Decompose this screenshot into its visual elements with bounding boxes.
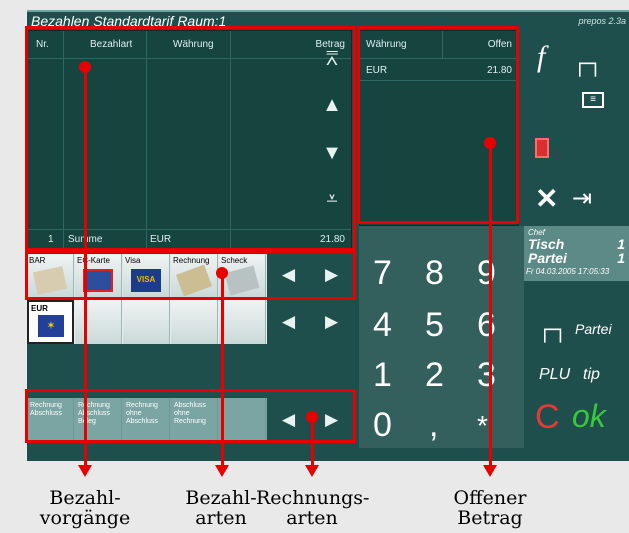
eu-flag-icon: ✶: [38, 315, 64, 337]
annotation-arrow-4: [483, 465, 497, 477]
label-rechnungsarten: Rechnungs- arten: [256, 487, 370, 529]
label-offener-betrag: Offener Betrag: [453, 487, 527, 529]
key-6[interactable]: 6: [477, 306, 496, 345]
annotation-box-payment-types: [25, 250, 356, 300]
keypad: 7 8 9 4 5 6 1 2 3 0 , *: [359, 226, 524, 448]
label-bezahlvorgaenge: Bezahl- vorgänge: [39, 487, 131, 529]
key-8[interactable]: 8: [425, 254, 444, 293]
key-0[interactable]: 0: [373, 406, 392, 445]
key-comma[interactable]: ,: [429, 406, 438, 445]
trash-icon[interactable]: [535, 138, 549, 158]
annotation-arrow-2: [215, 465, 229, 477]
key-5[interactable]: 5: [425, 306, 444, 345]
currency-next-icon[interactable]: ▶: [325, 312, 338, 332]
currency-empty-2[interactable]: [123, 300, 170, 344]
key-4[interactable]: 4: [373, 306, 392, 345]
annotation-arrow-3: [305, 465, 319, 477]
clear-button[interactable]: C: [535, 398, 560, 437]
currency-empty-1[interactable]: [75, 300, 122, 344]
party-table-icon[interactable]: ┌┐: [537, 316, 568, 342]
version-label: prepos 2.3a: [578, 16, 626, 26]
currency-eur-label: EUR: [31, 304, 48, 313]
key-multiply[interactable]: *: [477, 410, 488, 442]
annotation-box-payments: [25, 26, 356, 251]
currency-bar: EUR ✶: [27, 300, 267, 344]
ok-button[interactable]: ok: [572, 398, 606, 435]
currency-eur[interactable]: EUR ✶: [27, 300, 74, 344]
close-icon[interactable]: ✕: [535, 182, 558, 215]
currency-prev-icon[interactable]: ◀: [282, 312, 295, 332]
function-button[interactable]: f: [537, 40, 545, 74]
currency-empty-3[interactable]: [171, 300, 218, 344]
table-icon[interactable]: ┌┐: [572, 50, 603, 76]
party-value: 1: [617, 250, 625, 266]
annotation-box-open-amount: [357, 26, 519, 224]
key-1[interactable]: 1: [373, 356, 392, 395]
datetime-label: Fr 04.03.2005 17:05:33: [526, 267, 610, 276]
party-label: Partei: [528, 250, 567, 266]
key-7[interactable]: 7: [373, 254, 392, 293]
key-2[interactable]: 2: [425, 356, 444, 395]
annotation-arrow-1: [78, 465, 92, 477]
tip-button[interactable]: tip: [583, 366, 600, 384]
currency-empty-4[interactable]: [219, 300, 266, 344]
exit-icon[interactable]: ⇥: [572, 184, 592, 213]
key-3[interactable]: 3: [477, 356, 496, 395]
table-info-panel: Chef Tisch 1 Partei 1 Fr 04.03.2005 17:0…: [524, 226, 629, 281]
key-9[interactable]: 9: [477, 254, 496, 293]
plu-button[interactable]: PLU: [539, 366, 570, 384]
receipt-icon[interactable]: ≡: [582, 92, 604, 108]
party-button[interactable]: Partei: [575, 321, 612, 337]
